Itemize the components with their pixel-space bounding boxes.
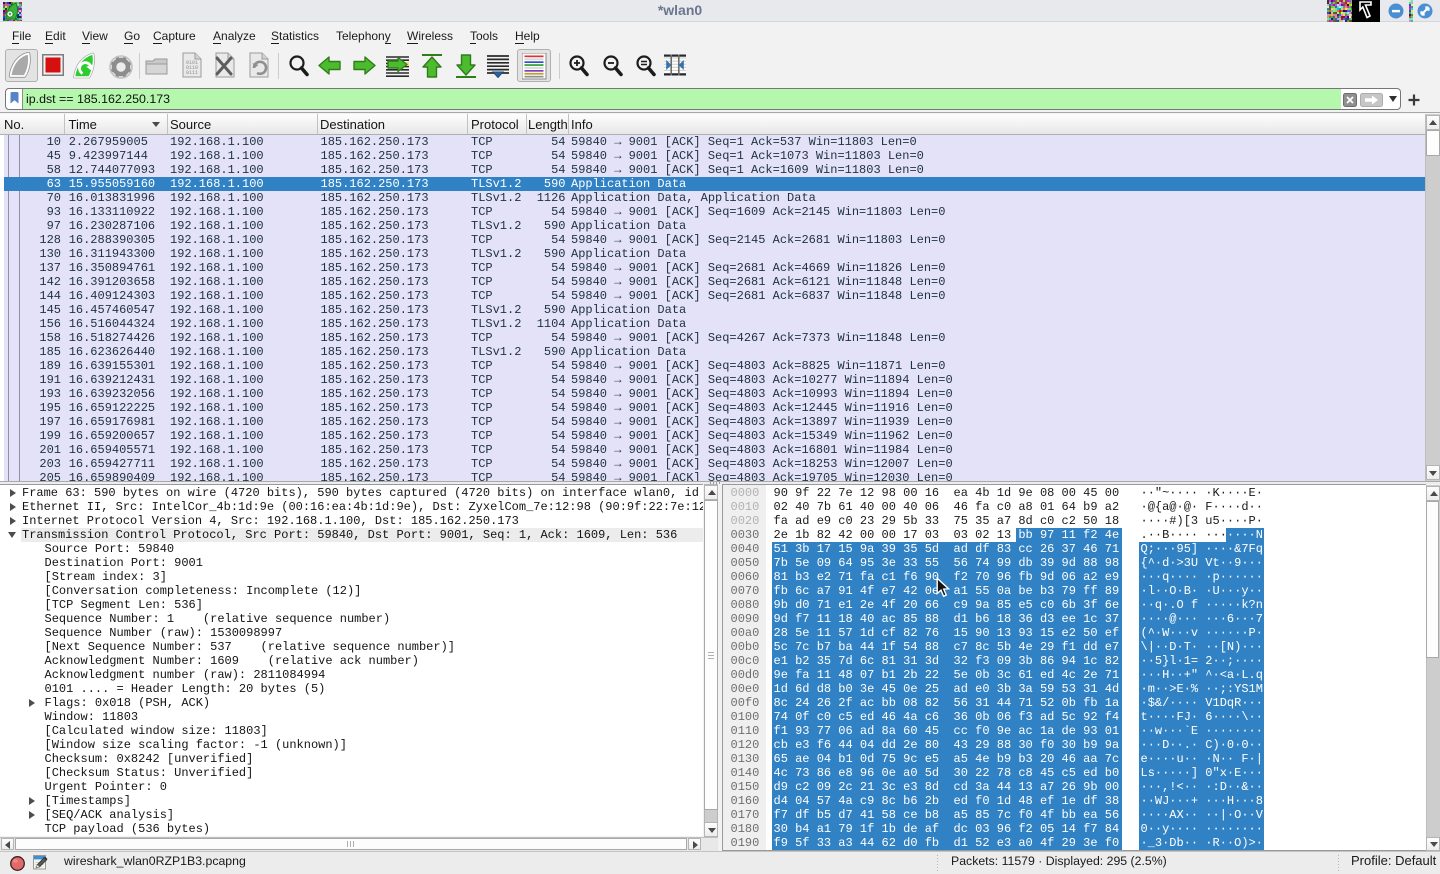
svg-text:0111: 0111 [186, 70, 198, 76]
